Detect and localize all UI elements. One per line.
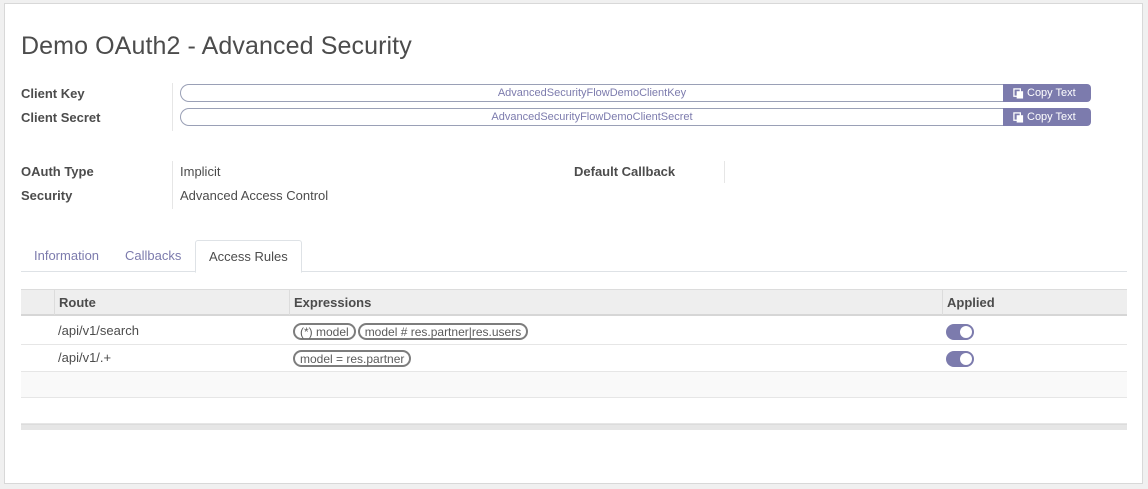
copy-icon bbox=[1013, 111, 1024, 123]
client-secret-field[interactable]: AdvancedSecurityFlowDemoClientSecret bbox=[180, 108, 1003, 126]
route-cell: /api/v1/search bbox=[58, 323, 139, 338]
client-key-label: Client Key bbox=[21, 86, 85, 101]
expression-tag[interactable]: (*) model bbox=[293, 323, 356, 341]
client-key-field[interactable]: AdvancedSecurityFlowDemoClientKey bbox=[180, 84, 1003, 102]
empty-row bbox=[21, 372, 1127, 398]
oauth-type-label: OAuth Type bbox=[21, 164, 94, 179]
security-value[interactable]: Advanced Access Control bbox=[180, 188, 328, 203]
page-title: Demo OAuth2 - Advanced Security bbox=[21, 32, 412, 60]
tab-information[interactable]: Information bbox=[21, 240, 112, 272]
client-secret-label: Client Secret bbox=[21, 110, 101, 125]
table-row[interactable]: /api/v1/search (*) model model # res.part… bbox=[21, 318, 1127, 345]
table-header: Route Expressions Applied bbox=[21, 289, 1127, 316]
field-separator bbox=[724, 161, 725, 183]
copy-client-key-button[interactable]: Copy Text bbox=[1003, 84, 1091, 102]
table-footer bbox=[21, 424, 1127, 430]
security-label: Security bbox=[21, 188, 73, 203]
oauth-type-value[interactable]: Implicit bbox=[180, 164, 220, 179]
table-row[interactable]: /api/v1/.+ model = res.partner bbox=[21, 345, 1127, 372]
field-separator bbox=[172, 161, 173, 209]
route-cell: /api/v1/.+ bbox=[58, 350, 112, 365]
copy-client-secret-button[interactable]: Copy Text bbox=[1003, 108, 1091, 126]
column-route[interactable]: Route bbox=[54, 290, 289, 315]
column-expressions[interactable]: Expressions bbox=[289, 290, 942, 315]
applied-toggle[interactable] bbox=[946, 351, 974, 367]
column-applied[interactable]: Applied bbox=[942, 290, 1127, 315]
tab-access-rules[interactable]: Access Rules bbox=[195, 240, 302, 273]
toggle-knob bbox=[960, 353, 972, 365]
field-separator bbox=[172, 83, 173, 131]
toggle-knob bbox=[960, 326, 972, 338]
copy-icon bbox=[1013, 87, 1024, 99]
expression-tag[interactable]: model # res.partner|res.users bbox=[357, 323, 529, 341]
empty-row bbox=[21, 398, 1127, 424]
copy-button-label: Copy Text bbox=[1027, 111, 1076, 123]
expressions-cell: (*) model model # res.partner|res.users bbox=[293, 318, 530, 344]
tab-callbacks[interactable]: Callbacks bbox=[112, 240, 194, 272]
form-sheet: Demo OAuth2 - Advanced Security Client K… bbox=[4, 3, 1143, 484]
default-callback-label: Default Callback bbox=[574, 164, 676, 179]
applied-toggle[interactable] bbox=[946, 324, 974, 340]
expressions-cell: model = res.partner bbox=[293, 345, 413, 371]
copy-button-label: Copy Text bbox=[1027, 87, 1076, 99]
expression-tag[interactable]: model = res.partner bbox=[293, 350, 412, 368]
notebook-tabs: Information Callbacks Access Rules bbox=[21, 240, 1127, 273]
